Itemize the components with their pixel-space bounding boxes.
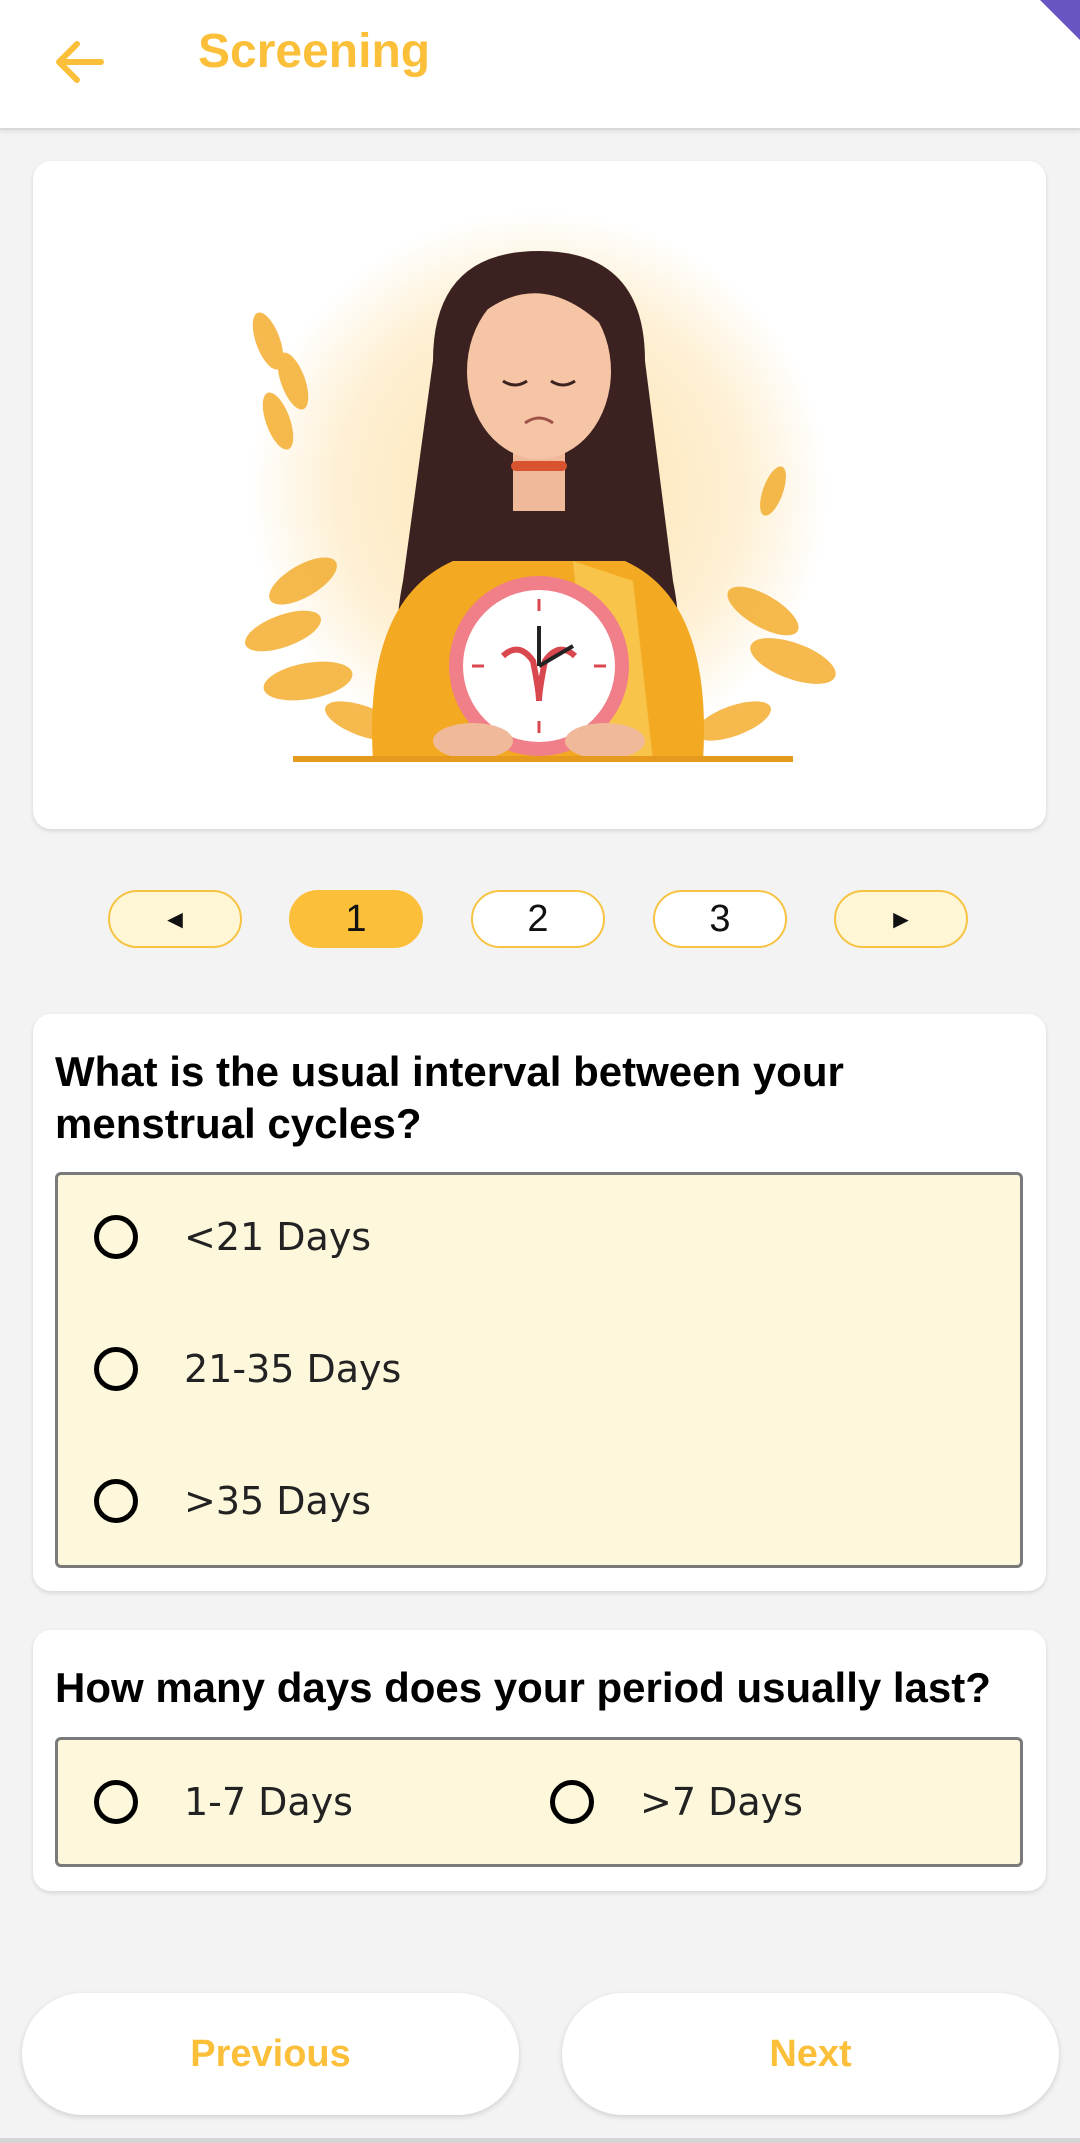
pager-page-3[interactable]: 3 [653, 890, 787, 948]
question-card-1: What is the usual interval between your … [33, 1014, 1046, 1591]
app-bar: Screening [0, 0, 1080, 130]
radio-unchecked-icon[interactable] [94, 1215, 138, 1259]
pager-next-button[interactable]: ► [834, 890, 968, 948]
radio-unchecked-icon[interactable] [94, 1479, 138, 1523]
bottom-divider [0, 2138, 1080, 2143]
option-label: <21 Days [184, 1215, 372, 1259]
illustration-card [33, 161, 1046, 829]
pager: ◄ 1 2 3 ► [0, 890, 1080, 952]
arrow-left-icon [56, 41, 104, 83]
page-title: Screening [198, 25, 431, 78]
radio-unchecked-icon[interactable] [94, 1347, 138, 1391]
options-group: <21 Days 21-35 Days >35 Days [55, 1172, 1023, 1568]
woman-clock-illustration [245, 211, 836, 771]
back-button[interactable] [40, 22, 120, 102]
option-1-7-days[interactable]: 1-7 Days [94, 1780, 353, 1824]
radio-unchecked-icon[interactable] [94, 1780, 138, 1824]
question-card-2: How many days does your period usually l… [33, 1630, 1046, 1891]
option-label: 21-35 Days [184, 1347, 402, 1391]
options-group: 1-7 Days >7 Days [55, 1737, 1023, 1867]
pager-page-2[interactable]: 2 [471, 890, 605, 948]
radio-unchecked-icon[interactable] [550, 1780, 594, 1824]
pager-prev-button[interactable]: ◄ [108, 890, 242, 948]
question-text: What is the usual interval between your … [55, 1048, 844, 1147]
option-label: 1-7 Days [184, 1780, 353, 1824]
option-label: >35 Days [184, 1479, 372, 1523]
option-over-35-days[interactable]: >35 Days [94, 1479, 371, 1523]
option-under-21-days[interactable]: <21 Days [94, 1215, 371, 1259]
option-21-35-days[interactable]: 21-35 Days [94, 1347, 401, 1391]
next-button[interactable]: Next [562, 1993, 1059, 2115]
pager-page-1[interactable]: 1 [289, 890, 423, 948]
debug-corner-ribbon [1040, 0, 1080, 40]
question-text: How many days does your period usually l… [55, 1664, 991, 1711]
option-label: >7 Days [640, 1780, 803, 1824]
option-over-7-days[interactable]: >7 Days [550, 1780, 803, 1824]
previous-button[interactable]: Previous [22, 1993, 519, 2115]
